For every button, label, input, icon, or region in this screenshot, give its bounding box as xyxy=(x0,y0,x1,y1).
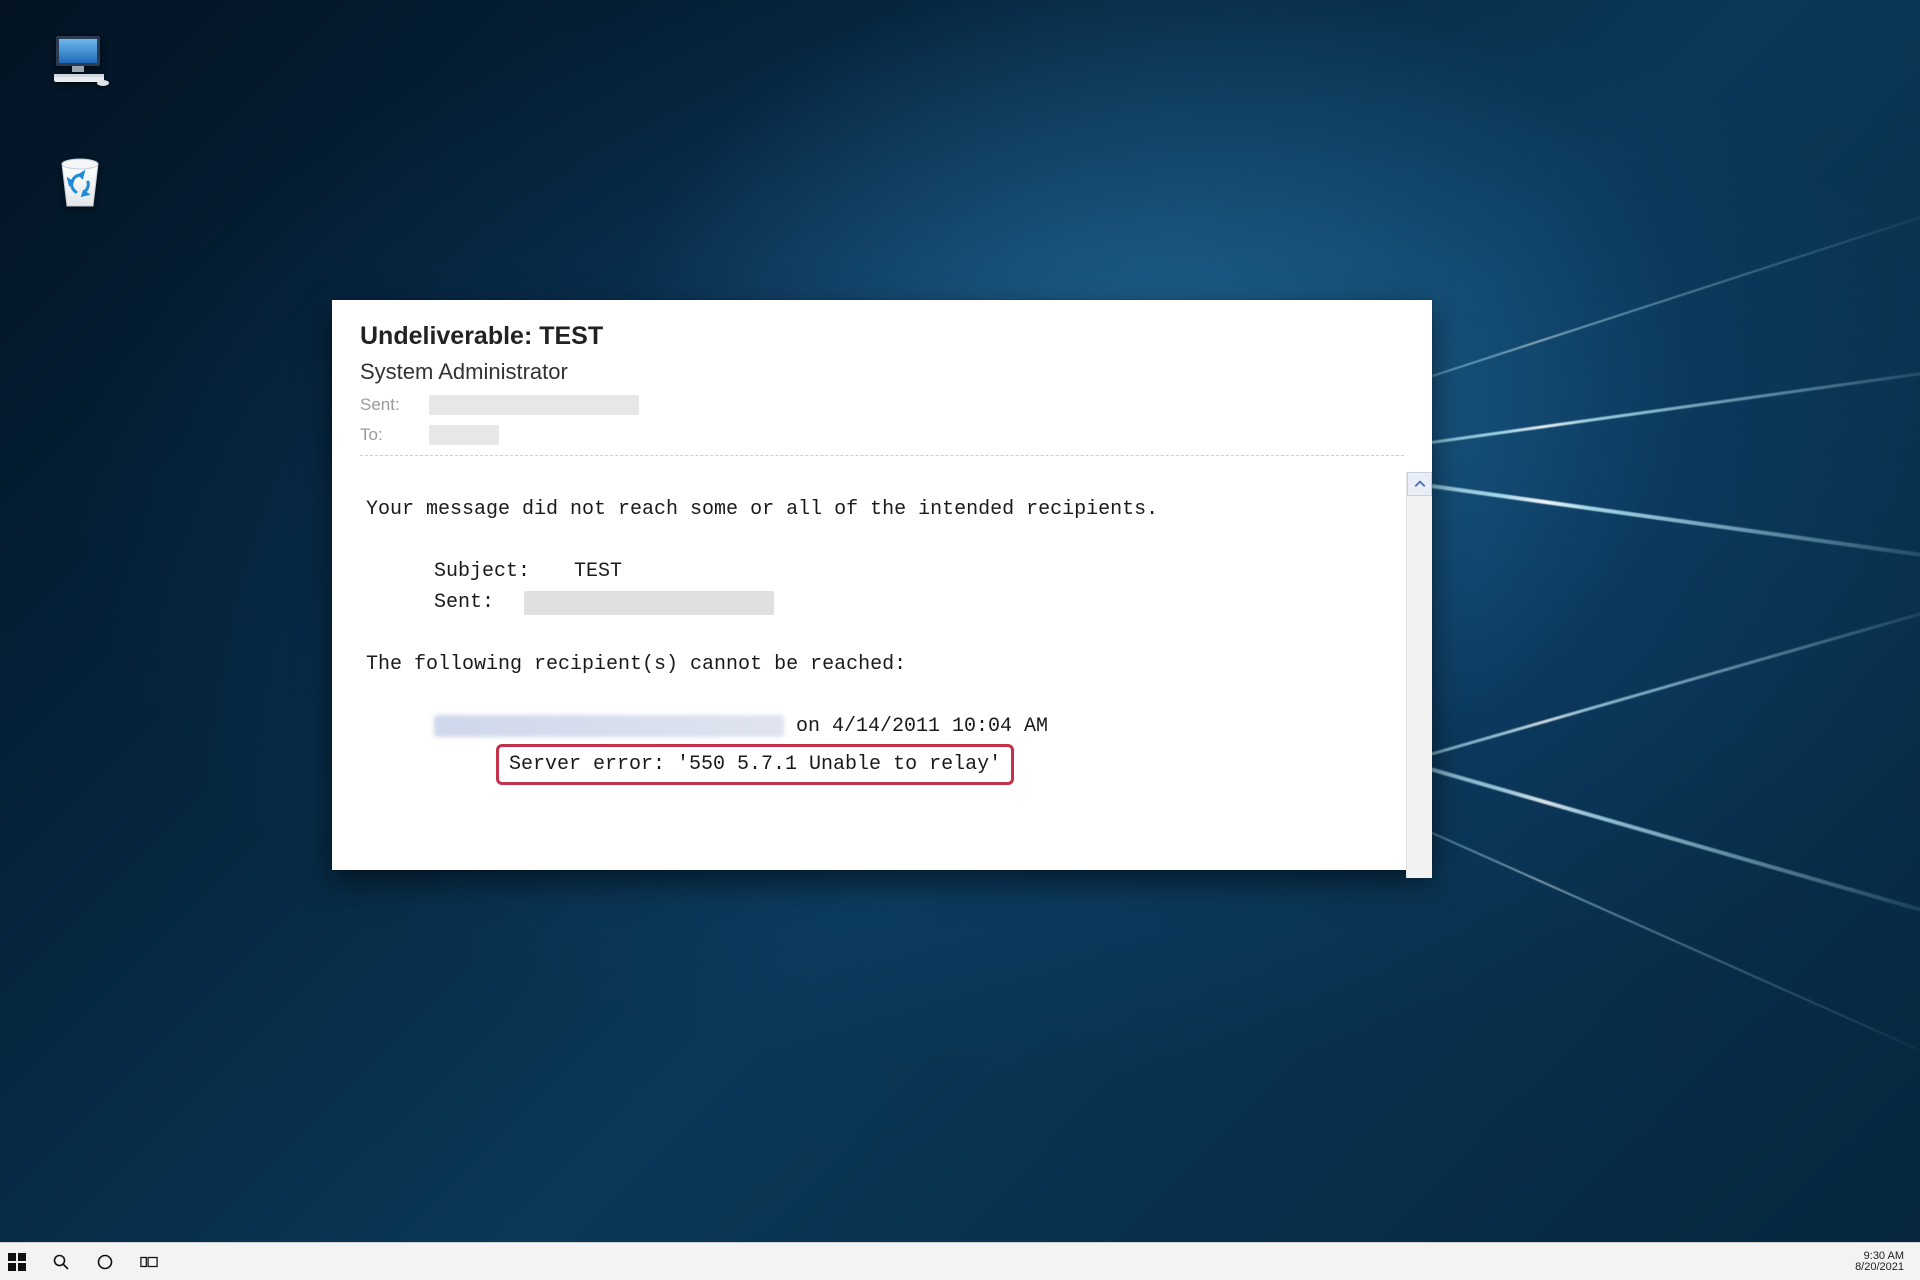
redacted-body-sent xyxy=(524,591,774,615)
taskbar-left xyxy=(4,1249,162,1275)
chevron-up-icon xyxy=(1414,478,1426,490)
circle-icon xyxy=(96,1253,114,1271)
email-sender: System Administrator xyxy=(360,359,1404,385)
cortana-button[interactable] xyxy=(92,1249,118,1275)
email-meta-to: To: xyxy=(360,425,1404,445)
redacted-to-value xyxy=(429,425,499,445)
email-meta-sent: Sent: xyxy=(360,395,1404,415)
server-error-highlight: Server error: '550 5.7.1 Unable to relay… xyxy=(496,744,1014,785)
clock-time: 9:30 AM xyxy=(1864,1251,1904,1262)
system-tray-clock[interactable]: 9:30 AM 8/20/2021 xyxy=(1855,1251,1912,1273)
clock-date: 8/20/2021 xyxy=(1855,1262,1904,1273)
email-body: Your message did not reach some or all o… xyxy=(332,470,1398,880)
redacted-sent-value xyxy=(429,395,639,415)
task-view-button[interactable] xyxy=(136,1249,162,1275)
desktop-icon-this-pc[interactable] xyxy=(32,32,128,88)
body-subject-label: Subject: xyxy=(434,556,564,587)
scroll-up-button[interactable] xyxy=(1407,472,1432,496)
email-header: Undeliverable: TEST System Administrator… xyxy=(332,300,1432,470)
body-recipient-line: on 4/14/2011 10:04 AM xyxy=(366,711,1378,742)
body-line-recipients: The following recipient(s) cannot be rea… xyxy=(366,649,1378,680)
computer-icon xyxy=(48,32,112,88)
sent-label: Sent: xyxy=(360,395,415,415)
body-sent-label: Sent: xyxy=(434,587,514,618)
redacted-recipient-email xyxy=(434,715,784,737)
search-button[interactable] xyxy=(48,1249,74,1275)
body-subject-value: TEST xyxy=(574,556,622,587)
body-error-line: Server error: '550 5.7.1 Unable to relay… xyxy=(366,744,1378,785)
to-label: To: xyxy=(360,425,415,445)
body-line-intro: Your message did not reach some or all o… xyxy=(366,494,1378,525)
email-message-window[interactable]: Undeliverable: TEST System Administrator… xyxy=(332,300,1432,870)
header-separator xyxy=(360,455,1404,456)
start-button[interactable] xyxy=(4,1249,30,1275)
body-sent-row: Sent: xyxy=(366,587,1378,618)
email-body-container: Your message did not reach some or all o… xyxy=(332,470,1432,880)
search-icon xyxy=(52,1253,70,1271)
recycle-bin-icon xyxy=(48,150,112,214)
body-subject-row: Subject: TEST xyxy=(366,556,1378,587)
desktop[interactable]: Undeliverable: TEST System Administrator… xyxy=(0,0,1920,1280)
desktop-icon-recycle-bin[interactable] xyxy=(32,150,128,214)
server-error-text: Server error: '550 5.7.1 Unable to relay… xyxy=(509,753,1001,776)
windows-logo-icon xyxy=(8,1253,26,1271)
task-view-icon xyxy=(140,1253,158,1271)
recipient-timestamp: on 4/14/2011 10:04 AM xyxy=(796,715,1048,738)
taskbar[interactable]: 9:30 AM 8/20/2021 xyxy=(0,1242,1920,1280)
email-subject-title: Undeliverable: TEST xyxy=(360,322,1404,351)
vertical-scrollbar[interactable] xyxy=(1406,472,1432,878)
